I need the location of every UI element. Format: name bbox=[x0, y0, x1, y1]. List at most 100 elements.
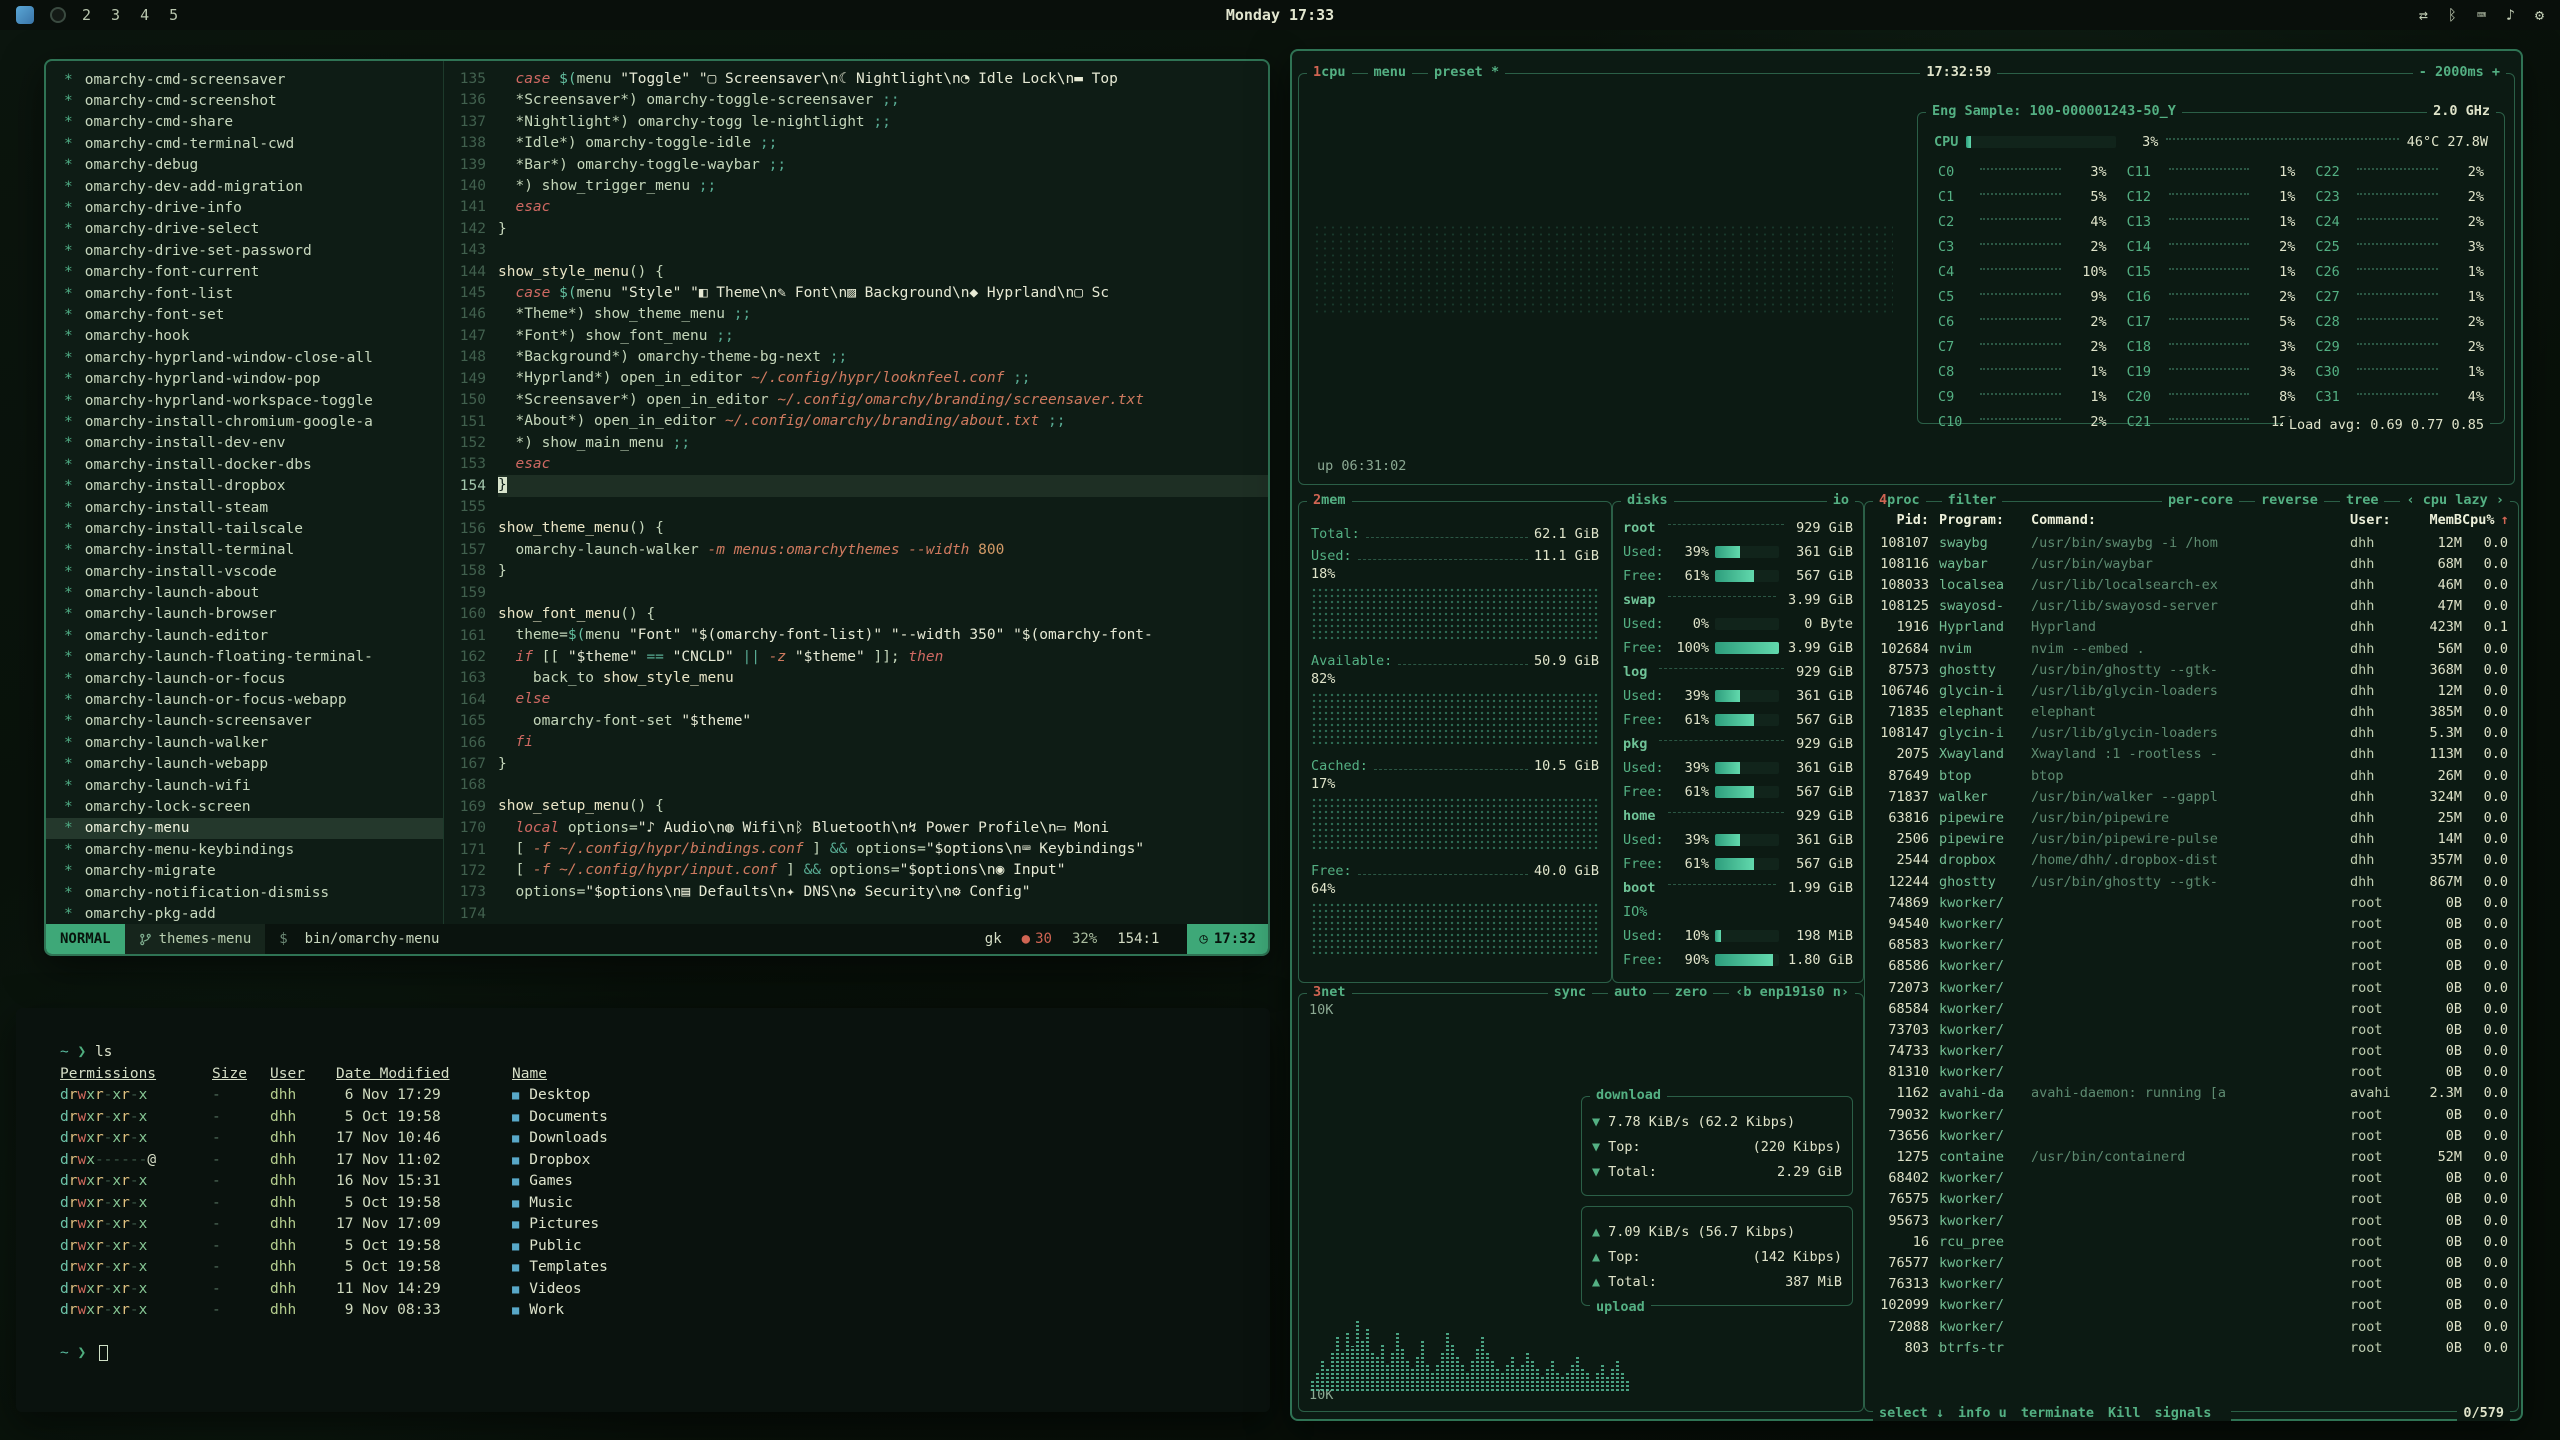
file-item[interactable]: *omarchy-install-steam bbox=[46, 497, 443, 518]
file-item[interactable]: *omarchy-launch-editor bbox=[46, 625, 443, 646]
process-row[interactable]: 81310kworker/root0B0.0 bbox=[1875, 1062, 2508, 1083]
process-row[interactable]: 1275containe/usr/bin/containerdroot52M0.… bbox=[1875, 1146, 2508, 1167]
process-row[interactable]: 1916HyprlandHyprlanddhh423M0.1 bbox=[1875, 617, 2508, 638]
refresh-interval[interactable]: - 2000ms + bbox=[2413, 64, 2506, 80]
process-row[interactable]: 87649btopbtopdhh26M0.0 bbox=[1875, 765, 2508, 786]
tab-proc[interactable]: 4proc bbox=[1873, 492, 1926, 508]
file-item[interactable]: *omarchy-drive-select bbox=[46, 219, 443, 240]
file-item[interactable]: *omarchy-launch-webapp bbox=[46, 754, 443, 775]
process-row[interactable]: 73656kworker/root0B0.0 bbox=[1875, 1125, 2508, 1146]
process-row[interactable]: 74869kworker/root0B0.0 bbox=[1875, 892, 2508, 913]
tab-mem[interactable]: 2mem bbox=[1307, 492, 1352, 508]
bluetooth-icon[interactable]: ᛒ bbox=[2448, 6, 2457, 24]
process-row[interactable]: 102099kworker/root0B0.0 bbox=[1875, 1295, 2508, 1316]
file-item[interactable]: *omarchy-launch-screensaver bbox=[46, 711, 443, 732]
file-item[interactable]: *omarchy-font-set bbox=[46, 304, 443, 325]
net-auto-toggle[interactable]: auto bbox=[1608, 984, 1653, 1000]
workspace-2[interactable]: 2 bbox=[82, 6, 91, 24]
file-item[interactable]: *omarchy-install-docker-dbs bbox=[46, 454, 443, 475]
process-row[interactable]: 95673kworker/root0B0.0 bbox=[1875, 1210, 2508, 1231]
file-item[interactable]: *omarchy-install-vscode bbox=[46, 561, 443, 582]
workspace-4[interactable]: 4 bbox=[140, 6, 149, 24]
process-row[interactable]: 108147glycin-i/usr/lib/glycin-loadersdhh… bbox=[1875, 723, 2508, 744]
process-row[interactable]: 87573ghostty/usr/bin/ghostty --gtk-dhh36… bbox=[1875, 659, 2508, 680]
volume-icon[interactable]: ♪ bbox=[2506, 6, 2515, 24]
process-row[interactable]: 16rcu_preeroot0B0.0 bbox=[1875, 1231, 2508, 1252]
file-item[interactable]: *omarchy-launch-about bbox=[46, 582, 443, 603]
io-toggle[interactable]: io bbox=[1827, 492, 1855, 508]
file-item[interactable]: *omarchy-drive-info bbox=[46, 197, 443, 218]
file-item[interactable]: *omarchy-lock-screen bbox=[46, 796, 443, 817]
process-row[interactable]: 108107swaybg/usr/bin/swaybg -i /homdhh12… bbox=[1875, 532, 2508, 553]
file-item[interactable]: *omarchy-hyprland-workspace-toggle bbox=[46, 390, 443, 411]
process-row[interactable]: 71835elephantelephantdhh385M0.0 bbox=[1875, 702, 2508, 723]
file-item[interactable]: *omarchy-cmd-screenshot bbox=[46, 90, 443, 111]
file-item[interactable]: *omarchy-launch-or-focus bbox=[46, 668, 443, 689]
file-item[interactable]: *omarchy-drive-set-password bbox=[46, 240, 443, 261]
process-row[interactable]: 79032kworker/root0B0.0 bbox=[1875, 1104, 2508, 1125]
file-item[interactable]: *omarchy-dev-add-migration bbox=[46, 176, 443, 197]
preset-button[interactable]: preset * bbox=[1428, 64, 1505, 80]
process-row[interactable]: 68583kworker/root0B0.0 bbox=[1875, 935, 2508, 956]
file-item[interactable]: *omarchy-cmd-terminal-cwd bbox=[46, 133, 443, 154]
process-row[interactable]: 74733kworker/root0B0.0 bbox=[1875, 1041, 2508, 1062]
file-item[interactable]: *omarchy-menu-keybindings bbox=[46, 839, 443, 860]
keyboard-icon[interactable]: ⌨ bbox=[2477, 6, 2486, 24]
file-item[interactable]: *omarchy-menu bbox=[46, 818, 443, 839]
process-row[interactable]: 94540kworker/root0B0.0 bbox=[1875, 913, 2508, 934]
workspace-1-app-icon[interactable] bbox=[16, 6, 34, 24]
process-row[interactable]: 72088kworker/root0B0.0 bbox=[1875, 1316, 2508, 1337]
process-row[interactable]: 68402kworker/root0B0.0 bbox=[1875, 1168, 2508, 1189]
net-zero-toggle[interactable]: zero bbox=[1669, 984, 1714, 1000]
process-row[interactable]: 2075XwaylandXwayland :1 -rootless -dhh11… bbox=[1875, 744, 2508, 765]
process-row[interactable]: 71837walker/usr/bin/walker --gappldhh324… bbox=[1875, 786, 2508, 807]
tab-cpu[interactable]: 1cpu bbox=[1307, 64, 1352, 80]
process-row[interactable]: 106746glycin-i/usr/lib/glycin-loadersdhh… bbox=[1875, 680, 2508, 701]
file-item[interactable]: *omarchy-launch-wifi bbox=[46, 775, 443, 796]
process-row[interactable]: 108033localsea/usr/lib/localsearch-exdhh… bbox=[1875, 574, 2508, 595]
process-row[interactable]: 68584kworker/root0B0.0 bbox=[1875, 998, 2508, 1019]
sort-selector[interactable]: ‹ cpu lazy › bbox=[2400, 492, 2510, 508]
file-item[interactable]: *omarchy-launch-floating-terminal- bbox=[46, 647, 443, 668]
per-core-toggle[interactable]: per-core bbox=[2162, 492, 2239, 508]
filter-button[interactable]: filter bbox=[1942, 492, 2003, 508]
file-item[interactable]: *omarchy-cmd-screensaver bbox=[46, 69, 443, 90]
process-row[interactable]: 76313kworker/root0B0.0 bbox=[1875, 1274, 2508, 1295]
file-item[interactable]: *omarchy-install-dropbox bbox=[46, 475, 443, 496]
screen-arrows-icon[interactable]: ⇄ bbox=[2419, 6, 2428, 24]
process-row[interactable]: 76577kworker/root0B0.0 bbox=[1875, 1252, 2508, 1273]
process-row[interactable]: 76575kworker/root0B0.0 bbox=[1875, 1189, 2508, 1210]
file-item[interactable]: *omarchy-hyprland-window-pop bbox=[46, 368, 443, 389]
process-row[interactable]: 102684nvimnvim --embed .dhh56M0.0 bbox=[1875, 638, 2508, 659]
file-item[interactable]: *omarchy-notification-dismiss bbox=[46, 882, 443, 903]
process-row[interactable]: 108116waybar/usr/bin/waybardhh68M0.0 bbox=[1875, 553, 2508, 574]
process-row[interactable]: 72073kworker/root0B0.0 bbox=[1875, 977, 2508, 998]
process-row[interactable]: 108125swayosd-/usr/lib/swayosd-serverdhh… bbox=[1875, 596, 2508, 617]
tab-net[interactable]: 3net bbox=[1307, 984, 1352, 1000]
process-actions[interactable]: select ↓info uterminateKillsignals bbox=[1873, 1405, 2231, 1421]
code-area[interactable]: case $(menu "Toggle" "▢ Screensaver\n☾ N… bbox=[498, 61, 1268, 924]
file-item[interactable]: *omarchy-install-chromium-google-a bbox=[46, 411, 443, 432]
file-item[interactable]: *omarchy-migrate bbox=[46, 860, 443, 881]
settings-icon[interactable]: ⚙ bbox=[2535, 6, 2544, 24]
file-item[interactable]: *omarchy-font-current bbox=[46, 262, 443, 283]
file-item[interactable]: *omarchy-hyprland-window-close-all bbox=[46, 347, 443, 368]
net-interface[interactable]: ‹b enp191s0 n› bbox=[1729, 984, 1855, 1000]
workspace-3[interactable]: 3 bbox=[111, 6, 120, 24]
process-row[interactable]: 12244ghostty/usr/bin/ghostty --gtk-dhh86… bbox=[1875, 871, 2508, 892]
file-item[interactable]: *omarchy-launch-walker bbox=[46, 732, 443, 753]
workspace-dot-icon[interactable] bbox=[50, 7, 66, 23]
process-row[interactable]: 2506pipewire/usr/bin/pipewire-pulsedhh14… bbox=[1875, 829, 2508, 850]
process-row[interactable]: 68586kworker/root0B0.0 bbox=[1875, 956, 2508, 977]
workspace-5[interactable]: 5 bbox=[169, 6, 178, 24]
file-item[interactable]: *omarchy-launch-or-focus-webapp bbox=[46, 689, 443, 710]
file-item[interactable]: *omarchy-launch-browser bbox=[46, 604, 443, 625]
file-item[interactable]: *omarchy-install-tailscale bbox=[46, 518, 443, 539]
reverse-toggle[interactable]: reverse bbox=[2255, 492, 2324, 508]
file-item[interactable]: *omarchy-hook bbox=[46, 326, 443, 347]
process-row[interactable]: 63816pipewire/usr/bin/pipewiredhh25M0.0 bbox=[1875, 807, 2508, 828]
process-row[interactable]: 803btrfs-trroot0B0.0 bbox=[1875, 1337, 2508, 1358]
file-item[interactable]: *omarchy-cmd-share bbox=[46, 112, 443, 133]
process-row[interactable]: 73703kworker/root0B0.0 bbox=[1875, 1019, 2508, 1040]
menu-button[interactable]: menu bbox=[1368, 64, 1413, 80]
